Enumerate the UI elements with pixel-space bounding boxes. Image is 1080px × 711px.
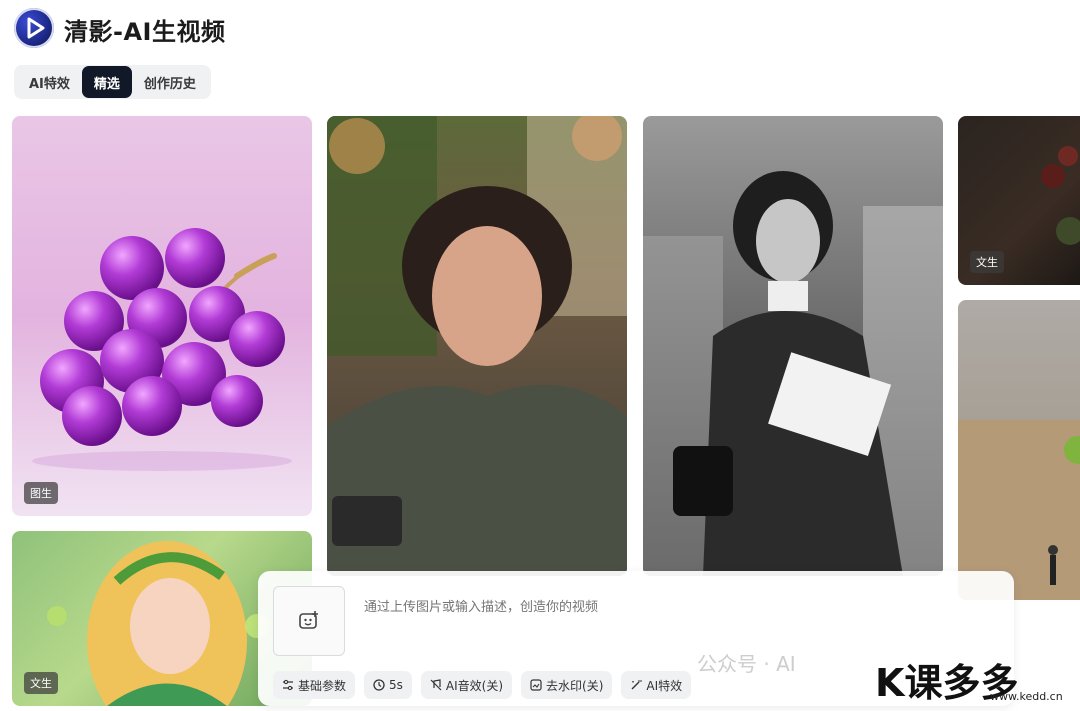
watermark-icon	[530, 679, 542, 691]
tab-bar: AI特效 精选 创作历史	[14, 65, 211, 99]
image-upload-button[interactable]	[273, 586, 345, 656]
card-type-badge: 文生	[24, 672, 58, 694]
app-logo[interactable]	[14, 8, 54, 48]
video-card-bw-woman[interactable]	[643, 116, 943, 576]
tab-ai-effects[interactable]: AI特效	[17, 65, 82, 99]
tab-history[interactable]: 创作历史	[132, 65, 208, 99]
miniature-image	[958, 420, 1080, 600]
video-card-roses[interactable]: 文生	[958, 116, 1080, 285]
site-watermark: www.kedd.cn	[990, 690, 1063, 703]
bw-woman-image	[643, 171, 943, 576]
ai-sound-label: AI音效(关)	[445, 678, 504, 693]
header: 清影-AI生视频	[0, 0, 1080, 58]
music-off-icon	[430, 679, 442, 691]
ai-sound-toggle[interactable]: AI音效(关)	[420, 671, 513, 699]
basic-params-label: 基础参数	[298, 678, 347, 693]
card-type-badge: 图生	[24, 482, 58, 504]
woman-phone-image	[327, 116, 627, 576]
card-type-badge: 文生	[970, 251, 1004, 273]
grapes-image	[32, 228, 292, 471]
video-card-grapes[interactable]: 图生	[12, 116, 312, 516]
tab-featured[interactable]: 精选	[81, 66, 132, 98]
ai-effects-label: AI特效	[646, 678, 683, 693]
ai-effects-button[interactable]: AI特效	[621, 671, 692, 699]
clock-icon	[373, 679, 385, 691]
video-card-miniature[interactable]	[958, 300, 1080, 600]
magic-wand-icon	[631, 680, 643, 690]
video-card-woman-phone[interactable]	[327, 116, 627, 576]
duration-label: 5s	[389, 678, 403, 692]
sliders-icon	[283, 679, 293, 691]
composer-options: 基础参数 5s AI音效(关) 去水印(关) AI特效	[273, 671, 692, 699]
app-title: 清影-AI生视频	[64, 18, 226, 46]
prompt-input[interactable]	[364, 595, 984, 619]
wechat-watermark: 公众号 · AI	[697, 652, 796, 676]
image-add-icon	[299, 611, 318, 629]
duration-button[interactable]: 5s	[364, 671, 412, 699]
remove-watermark-toggle[interactable]: 去水印(关)	[521, 671, 613, 699]
remove-watermark-label: 去水印(关)	[546, 678, 604, 693]
basic-params-button[interactable]: 基础参数	[273, 671, 356, 699]
